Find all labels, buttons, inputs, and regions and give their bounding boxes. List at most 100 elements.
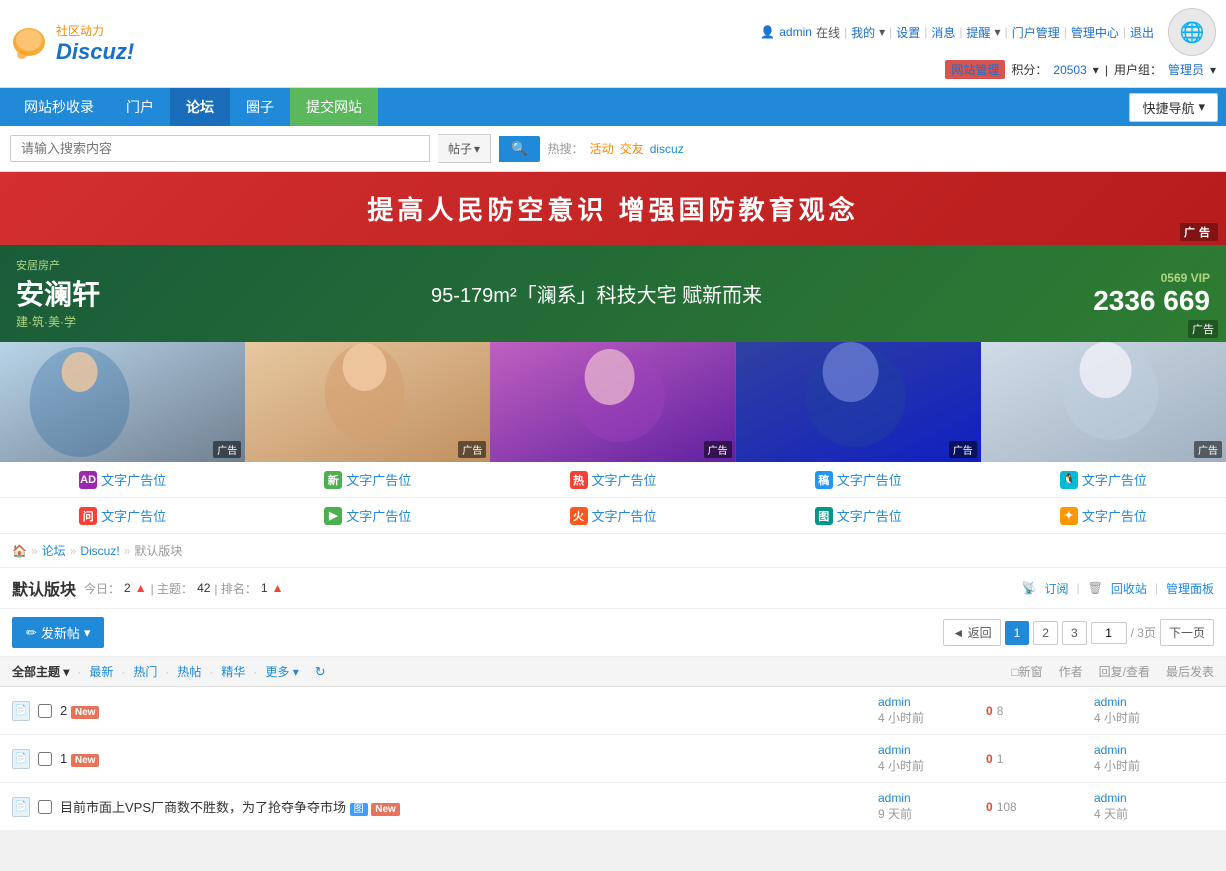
pagination: ◄ 返回 1 2 3 / 3页 下一页 bbox=[943, 619, 1214, 646]
header-top-links: 👤 admin 在线 | 我的▾ | 设置 | 消息 | 提醒▾ | 门户管理 … bbox=[760, 8, 1216, 56]
next-page-button[interactable]: 下一页 bbox=[1160, 619, 1214, 646]
ad-badge-4: 🐧 bbox=[1060, 471, 1078, 489]
gallery-item-4[interactable]: 广告 bbox=[981, 342, 1226, 462]
thread-title-1[interactable]: 1 New bbox=[60, 751, 99, 766]
hot-search-link-0[interactable]: 活动 bbox=[590, 140, 614, 157]
gallery-ad-tag-0: 广告 bbox=[213, 441, 241, 458]
logo-text: 社区动力 Discuz! bbox=[56, 22, 134, 65]
green-banner-ad-tag: 广告 bbox=[1188, 320, 1218, 338]
ad-text-item-1[interactable]: 新 文字广告位 bbox=[245, 470, 490, 489]
ad-badge-8: 图 bbox=[815, 507, 833, 525]
ad-text-item-4[interactable]: 🐧 文字广告位 bbox=[981, 470, 1226, 489]
quick-nav-button[interactable]: 快捷导航 ▾ bbox=[1129, 93, 1218, 122]
filter-hotpost[interactable]: 热帖 bbox=[177, 663, 201, 680]
thread-author-1: admin 4 小时前 bbox=[878, 743, 978, 774]
breadcrumb-forum[interactable]: 论坛 bbox=[42, 542, 66, 559]
table-row: 📄 2 New admin 4 小时前 0 8 admin 4 小时前 bbox=[0, 687, 1226, 735]
red-banner-ad-tag: 广告 bbox=[1180, 223, 1218, 241]
header-bottom-links: 网站管理 积分： 20503 ▾ | 用户组： 管理员 ▾ bbox=[945, 60, 1216, 79]
new-post-button[interactable]: ✏ 发新帖 ▾ bbox=[12, 617, 104, 648]
page-button-3[interactable]: 3 bbox=[1062, 621, 1087, 645]
admin-center-link[interactable]: 管理中心 bbox=[1071, 24, 1119, 41]
col-replies-header: 回复/查看 bbox=[1099, 663, 1150, 680]
ad-text-item-5[interactable]: 问 文字广告位 bbox=[0, 506, 245, 525]
thread-title-area-1: 1 New bbox=[60, 751, 870, 766]
ad-text-item-6[interactable]: ▶ 文字广告位 bbox=[245, 506, 490, 525]
portal-mgmt-link[interactable]: 门户管理 bbox=[1012, 24, 1060, 41]
nav-item-circle[interactable]: 圈子 bbox=[230, 88, 290, 126]
ad-badge-5: 问 bbox=[79, 507, 97, 525]
thread-title-2[interactable]: 目前市面上VPS厂商数不胜数，为了抢夺争夺市场 图 New bbox=[60, 797, 400, 816]
gallery-item-2[interactable]: 广告 bbox=[490, 342, 735, 462]
messages-link[interactable]: 消息 bbox=[931, 24, 955, 41]
thread-list: 📄 2 New admin 4 小时前 0 8 admin 4 小时前 📄 1 bbox=[0, 687, 1226, 831]
hot-search-link-1[interactable]: 交友 bbox=[620, 140, 644, 157]
thread-author-0: admin 4 小时前 bbox=[878, 695, 978, 726]
nav-item-portal[interactable]: 门户 bbox=[110, 88, 170, 126]
hot-search-link-2[interactable]: discuz bbox=[650, 142, 684, 156]
search-input[interactable] bbox=[10, 135, 430, 162]
thread-replies-2: 0 108 bbox=[986, 800, 1086, 814]
filter-elite[interactable]: 精华 bbox=[221, 663, 245, 680]
ad-text-item-7[interactable]: 火 文字广告位 bbox=[490, 506, 735, 525]
main-nav: 网站秒收录 门户 论坛 圈子 提交网站 快捷导航 ▾ bbox=[0, 88, 1226, 126]
ad-text-item-2[interactable]: 热 文字广告位 bbox=[490, 470, 735, 489]
thread-checkbox-0[interactable] bbox=[38, 704, 52, 718]
back-button[interactable]: ◄ 返回 bbox=[943, 619, 1000, 646]
search-icon: 🔍 bbox=[511, 141, 528, 156]
usergroup-value-link[interactable]: 管理员 bbox=[1168, 61, 1204, 78]
usergroup-label: 用户组： bbox=[1114, 61, 1162, 78]
thread-lastpost-0: admin 4 小时前 bbox=[1094, 695, 1214, 726]
page-button-2[interactable]: 2 bbox=[1033, 621, 1058, 645]
subscribe-link[interactable]: 订阅 bbox=[1044, 580, 1068, 597]
admin-panel-link[interactable]: 管理面板 bbox=[1166, 580, 1214, 597]
new-badge-0: New bbox=[71, 706, 100, 719]
image-gallery: 广告 广告 广告 广告 bbox=[0, 342, 1226, 462]
filter-latest[interactable]: 最新 bbox=[89, 663, 113, 680]
img-badge-2: 图 bbox=[350, 803, 368, 816]
ad-text-item-3[interactable]: 稿 文字广告位 bbox=[736, 470, 981, 489]
points-value-link[interactable]: 20503 bbox=[1053, 63, 1086, 77]
gallery-ad-tag-2: 广告 bbox=[704, 441, 732, 458]
recycle-link[interactable]: 回收站 bbox=[1111, 580, 1147, 597]
thread-title-0[interactable]: 2 New bbox=[60, 703, 99, 718]
thread-checkbox-1[interactable] bbox=[38, 752, 52, 766]
filter-more[interactable]: 更多 ▾ bbox=[265, 663, 298, 680]
nav-item-submit[interactable]: 提交网站 bbox=[290, 88, 378, 126]
gallery-item-0[interactable]: 广告 bbox=[0, 342, 245, 462]
ad-text-item-0[interactable]: AD 文字广告位 bbox=[0, 470, 245, 489]
gallery-ad-tag-3: 广告 bbox=[949, 441, 977, 458]
ad-badge-0: AD bbox=[79, 471, 97, 489]
logout-link[interactable]: 退出 bbox=[1130, 24, 1154, 41]
gallery-item-3[interactable]: 广告 bbox=[736, 342, 981, 462]
page-input[interactable] bbox=[1091, 622, 1127, 644]
site-admin-link[interactable]: 网站管理 bbox=[945, 60, 1005, 79]
new-badge-1: New bbox=[71, 754, 100, 767]
breadcrumb-current: 默认版块 bbox=[134, 542, 182, 559]
search-submit-button[interactable]: 🔍 bbox=[499, 136, 540, 162]
thread-author-2: admin 9 天前 bbox=[878, 791, 978, 822]
gallery-ad-tag-1: 广告 bbox=[458, 441, 486, 458]
filter-hot[interactable]: 热门 bbox=[133, 663, 157, 680]
rank-up-icon: ▲ bbox=[272, 581, 284, 595]
nav-item-sitecollect[interactable]: 网站秒收录 bbox=[8, 88, 110, 126]
forum-header: 默认版块 今日： 2 ▲ | 主题： 42 | 排名： 1 ▲ 📡 订阅 | 🗑… bbox=[0, 568, 1226, 609]
home-icon: 🏠 bbox=[12, 544, 27, 558]
refresh-button[interactable]: ↻ bbox=[315, 664, 326, 680]
breadcrumb-discuz[interactable]: Discuz! bbox=[80, 544, 119, 558]
nav-item-forum[interactable]: 论坛 bbox=[170, 88, 230, 126]
gallery-item-1[interactable]: 广告 bbox=[245, 342, 490, 462]
settings-link[interactable]: 设置 bbox=[896, 24, 920, 41]
ad-badge-3: 稿 bbox=[815, 471, 833, 489]
ad-text-item-9[interactable]: ✦ 文字广告位 bbox=[981, 506, 1226, 525]
thread-checkbox-2[interactable] bbox=[38, 800, 52, 814]
ad-text-item-8[interactable]: 图 文字广告位 bbox=[736, 506, 981, 525]
page-button-1[interactable]: 1 bbox=[1005, 621, 1030, 645]
filter-all-topics[interactable]: 全部主题 ▾ bbox=[12, 663, 69, 680]
site-logo-icon bbox=[10, 25, 48, 63]
my-link[interactable]: 我的 bbox=[851, 24, 875, 41]
username-link[interactable]: admin bbox=[779, 25, 812, 39]
green-banner-phone: 0569 VIP 2336 669 bbox=[1093, 271, 1210, 317]
search-type-button[interactable]: 帖子 ▾ bbox=[438, 134, 491, 163]
reminders-link[interactable]: 提醒 bbox=[967, 24, 991, 41]
